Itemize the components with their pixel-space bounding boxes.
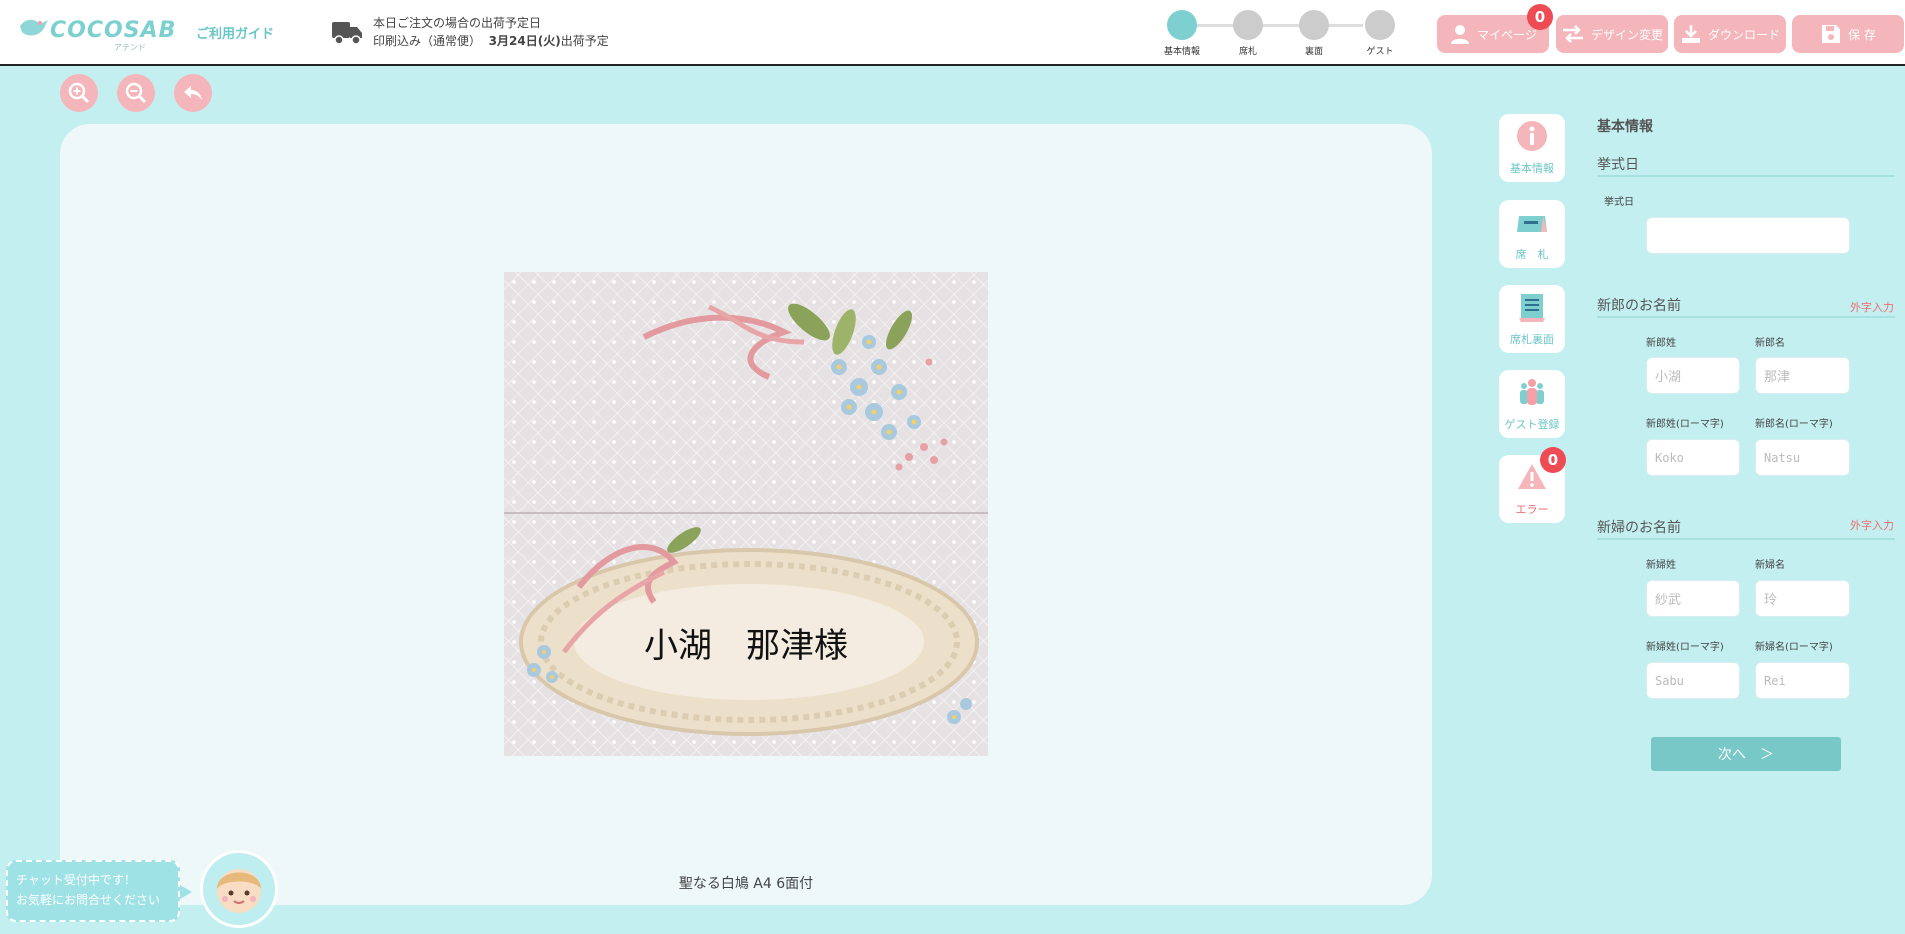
swap-arrows-icon — [1562, 25, 1583, 43]
step-dot — [1233, 10, 1263, 40]
shipping-method: 印刷込み（通常便） — [373, 34, 482, 48]
chat-bubble[interactable]: チャット受付中です！ お気軽にお問合せください — [6, 860, 180, 922]
bride-first-roman-label: 新婦名(ローマ字) — [1755, 642, 1833, 653]
groom-gaiji-link[interactable]: 外字入力 — [1850, 299, 1894, 315]
mypage-label: マイページ — [1477, 27, 1537, 42]
card-fold-line — [504, 512, 988, 514]
shipping-info-title: 本日ご注文の場合の出荷予定日 — [373, 16, 542, 30]
sidenav-seat-card-back[interactable]: 席札裏面 — [1499, 285, 1565, 353]
step-label: ゲスト — [1366, 47, 1394, 57]
sidenav-label: 席札裏面 — [1510, 333, 1554, 346]
bride-first-name-input[interactable]: 玲 — [1755, 580, 1850, 617]
shipping-date: 3月24日(火) — [488, 34, 561, 48]
card-guest-name[interactable]: 小湖 那津様 — [504, 618, 988, 667]
bride-name-heading: 新婦のお名前 — [1597, 520, 1681, 536]
step-label: 基本情報 — [1163, 47, 1200, 57]
step-label: 席札 — [1238, 47, 1257, 57]
download-label: ダウンロード — [1707, 27, 1780, 42]
seat-card-preview[interactable]: 小湖 那津様 — [504, 272, 988, 756]
form-section-title: 基本情報 — [1597, 119, 1653, 135]
groom-first-roman-input[interactable]: Natsu — [1755, 439, 1850, 476]
bride-first-roman-input[interactable]: Rei — [1755, 662, 1850, 699]
section-divider — [1597, 538, 1895, 540]
bride-last-name-input[interactable]: 紗武 — [1646, 580, 1740, 617]
error-count-badge: 0 — [1540, 447, 1566, 473]
logo-text: COCOSAB — [50, 18, 177, 43]
user-icon — [1451, 25, 1470, 44]
groom-last-name-input[interactable]: 小湖 — [1646, 357, 1740, 394]
zoom-in-button[interactable] — [60, 74, 98, 112]
step-guest[interactable]: ゲスト — [1345, 10, 1415, 57]
undo-button[interactable] — [174, 74, 212, 112]
groom-first-name-input[interactable]: 那津 — [1755, 357, 1850, 394]
usage-guide-link[interactable]: ご利用ガイド — [196, 23, 274, 42]
groom-last-name-label: 新郎姓 — [1646, 338, 1676, 349]
next-button[interactable]: 次へ ＞ — [1651, 737, 1841, 771]
progress-steps: 基本情報 席札 裏面 ゲスト — [1147, 10, 1398, 57]
bride-gaiji-link[interactable]: 外字入力 — [1850, 517, 1894, 533]
chat-avatar[interactable] — [200, 850, 278, 928]
app-header: COCOSAB アテンド ご利用ガイド 本日ご注文の場合の出荷予定日 印刷込み（… — [0, 0, 1905, 66]
sidenav-basic-info[interactable]: 基本情報 — [1499, 114, 1565, 182]
step-dot — [1299, 10, 1329, 40]
sidenav-label: 基本情報 — [1510, 162, 1554, 175]
step-back[interactable]: 裏面 — [1279, 10, 1349, 57]
section-divider — [1597, 316, 1895, 318]
download-icon — [1681, 25, 1700, 43]
step-seat-card[interactable]: 席札 — [1213, 10, 1283, 57]
step-dot — [1365, 10, 1395, 40]
chat-line-1: チャット受付中です！ — [16, 873, 136, 887]
chat-bubble-tail — [180, 885, 192, 899]
sidenav-label: エラー — [1515, 503, 1549, 516]
ceremony-date-heading: 挙式日 — [1597, 157, 1639, 173]
chat-line-2: お気軽にお問合せください — [16, 893, 161, 907]
groom-last-roman-input[interactable]: Koko — [1646, 439, 1740, 476]
save-button[interactable]: 保 存 — [1792, 15, 1904, 53]
shipping-info-detail: 印刷込み（通常便） 3月24日(火)出荷予定 — [373, 32, 609, 49]
groom-first-roman-label: 新郎名(ローマ字) — [1755, 419, 1833, 430]
bride-last-roman-label: 新婦姓(ローマ字) — [1646, 642, 1724, 653]
operator-face-icon — [217, 869, 261, 913]
seat-card-icon — [1517, 216, 1547, 232]
bride-last-name-label: 新婦姓 — [1646, 560, 1676, 571]
zoom-out-button[interactable] — [117, 74, 155, 112]
shipping-suffix: 出荷予定 — [560, 34, 609, 48]
groom-name-heading: 新郎のお名前 — [1597, 298, 1681, 314]
download-button[interactable]: ダウンロード — [1674, 15, 1786, 53]
sidenav-label: ゲスト登録 — [1504, 418, 1560, 431]
flower-bouquet-illustration — [519, 303, 979, 736]
mypage-notification-badge: 0 — [1527, 4, 1553, 30]
design-change-label: デザイン変更 — [1590, 27, 1663, 42]
floppy-disk-icon — [1822, 25, 1841, 43]
guests-icon — [1520, 379, 1544, 405]
step-basic-info[interactable]: 基本情報 — [1147, 10, 1217, 57]
step-label: 裏面 — [1304, 47, 1323, 57]
logo[interactable]: COCOSAB アテンド — [18, 12, 175, 52]
truck-icon — [332, 22, 362, 45]
ceremony-date-label: 挙式日 — [1604, 197, 1634, 208]
step-dot — [1167, 10, 1197, 40]
document-lines-icon — [1519, 294, 1545, 322]
groom-first-name-label: 新郎名 — [1755, 338, 1785, 349]
ceremony-date-input[interactable] — [1646, 217, 1850, 254]
section-divider — [1597, 175, 1895, 177]
bride-first-name-label: 新婦名 — [1755, 560, 1785, 571]
groom-last-roman-label: 新郎姓(ローマ字) — [1646, 419, 1724, 430]
undo-icon — [184, 86, 202, 100]
logo-subtext: アテンド — [114, 43, 146, 52]
dove-icon — [20, 19, 48, 36]
design-change-button[interactable]: デザイン変更 — [1556, 15, 1668, 53]
sidenav-seat-card[interactable]: 席 札 — [1499, 200, 1565, 268]
info-icon — [1517, 121, 1547, 151]
zoom-out-icon — [125, 82, 147, 104]
bride-last-roman-input[interactable]: Sabu — [1646, 662, 1740, 699]
sidenav-guest-register[interactable]: ゲスト登録 — [1499, 370, 1565, 438]
save-label: 保 存 — [1848, 27, 1876, 42]
zoom-in-icon — [68, 82, 90, 104]
sidenav-label: 席 札 — [1515, 248, 1549, 261]
